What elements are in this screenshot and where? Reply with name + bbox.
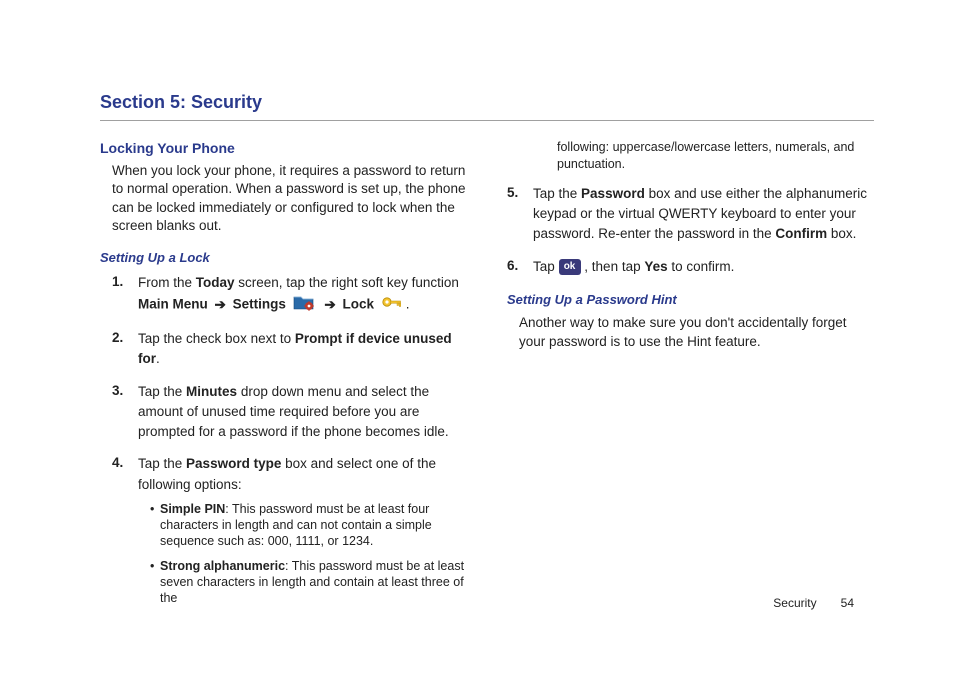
confirm-label: Confirm [775,226,827,241]
strong-alpha-label: Strong alphanumeric [160,559,285,573]
ok-icon: ok [559,259,581,275]
password-type-label: Password type [186,456,281,471]
text: Tap the [138,384,186,399]
heading-locking-phone: Locking Your Phone [100,139,467,158]
settings-label: Settings [233,297,286,312]
text: box. [827,226,856,241]
text: Tap the [533,186,581,201]
key-icon [381,294,403,316]
bullet-item: • Simple PIN: This password must be at l… [150,501,467,550]
continuation-text: following: uppercase/lowercase letters, … [557,139,874,172]
step-number: 2. [112,329,138,370]
step-number: 1. [112,273,138,318]
ordered-steps-right: 5. Tap the Password box and use either t… [507,184,874,277]
step-number: 5. [507,184,533,245]
bullet-item: • Strong alphanumeric: This password mus… [150,558,467,607]
step-number: 6. [507,257,533,277]
right-column: following: uppercase/lowercase letters, … [507,139,874,618]
step-5: 5. Tap the Password box and use either t… [507,184,874,245]
section-title: Section 5: Security [100,90,874,114]
page-footer: Security 54 [773,595,854,611]
footer-page-number: 54 [841,596,854,610]
bullet-text: Strong alphanumeric: This password must … [160,558,467,607]
lock-label: Lock [342,297,374,312]
main-menu-label: Main Menu [138,297,208,312]
text: Tap the [138,456,186,471]
settings-folder-icon [293,293,315,317]
step-4: 4. Tap the Password type box and select … [112,454,467,614]
step-text: From the Today screen, tap the right sof… [138,273,467,318]
text: . [406,297,410,312]
heading-setting-up-lock: Setting Up a Lock [100,249,467,267]
bullet-list: • Simple PIN: This password must be at l… [150,501,467,607]
minutes-label: Minutes [186,384,237,399]
arrow-icon: ➔ [212,297,229,312]
bullet-dot: • [150,501,160,550]
simple-pin-label: Simple PIN [160,502,225,516]
text: . [156,351,160,366]
text: From the [138,275,196,290]
today-label: Today [196,275,235,290]
step-number: 4. [112,454,138,614]
bullet-dot: • [150,558,160,607]
step-1: 1. From the Today screen, tap the right … [112,273,467,318]
text: , then tap [584,259,644,274]
intro-paragraph: When you lock your phone, it requires a … [112,162,467,235]
bullet-text: Simple PIN: This password must be at lea… [160,501,467,550]
footer-section: Security [773,596,816,610]
password-label: Password [581,186,645,201]
step-text: Tap ok , then tap Yes to confirm. [533,257,874,277]
heading-password-hint: Setting Up a Password Hint [507,291,874,309]
two-column-layout: Locking Your Phone When you lock your ph… [100,139,874,618]
page: Section 5: Security Locking Your Phone W… [0,0,954,638]
hint-paragraph: Another way to make sure you don't accid… [519,314,874,350]
ordered-steps-left: 1. From the Today screen, tap the right … [112,273,467,615]
arrow-icon: ➔ [321,297,338,312]
yes-label: Yes [644,259,667,274]
text: to confirm. [668,259,735,274]
text: Tap [533,259,559,274]
step-text: Tap the Password type box and select one… [138,454,467,614]
step-6: 6. Tap ok , then tap Yes to confirm. [507,257,874,277]
step-3: 3. Tap the Minutes drop down menu and se… [112,382,467,443]
step-text: Tap the Minutes drop down menu and selec… [138,382,467,443]
step-2: 2. Tap the check box next to Prompt if d… [112,329,467,370]
left-column: Locking Your Phone When you lock your ph… [100,139,467,618]
step-text: Tap the Password box and use either the … [533,184,874,245]
step-text: Tap the check box next to Prompt if devi… [138,329,467,370]
step-number: 3. [112,382,138,443]
divider [100,120,874,121]
text: screen, tap the right soft key function [235,275,459,290]
text: Tap the check box next to [138,331,295,346]
